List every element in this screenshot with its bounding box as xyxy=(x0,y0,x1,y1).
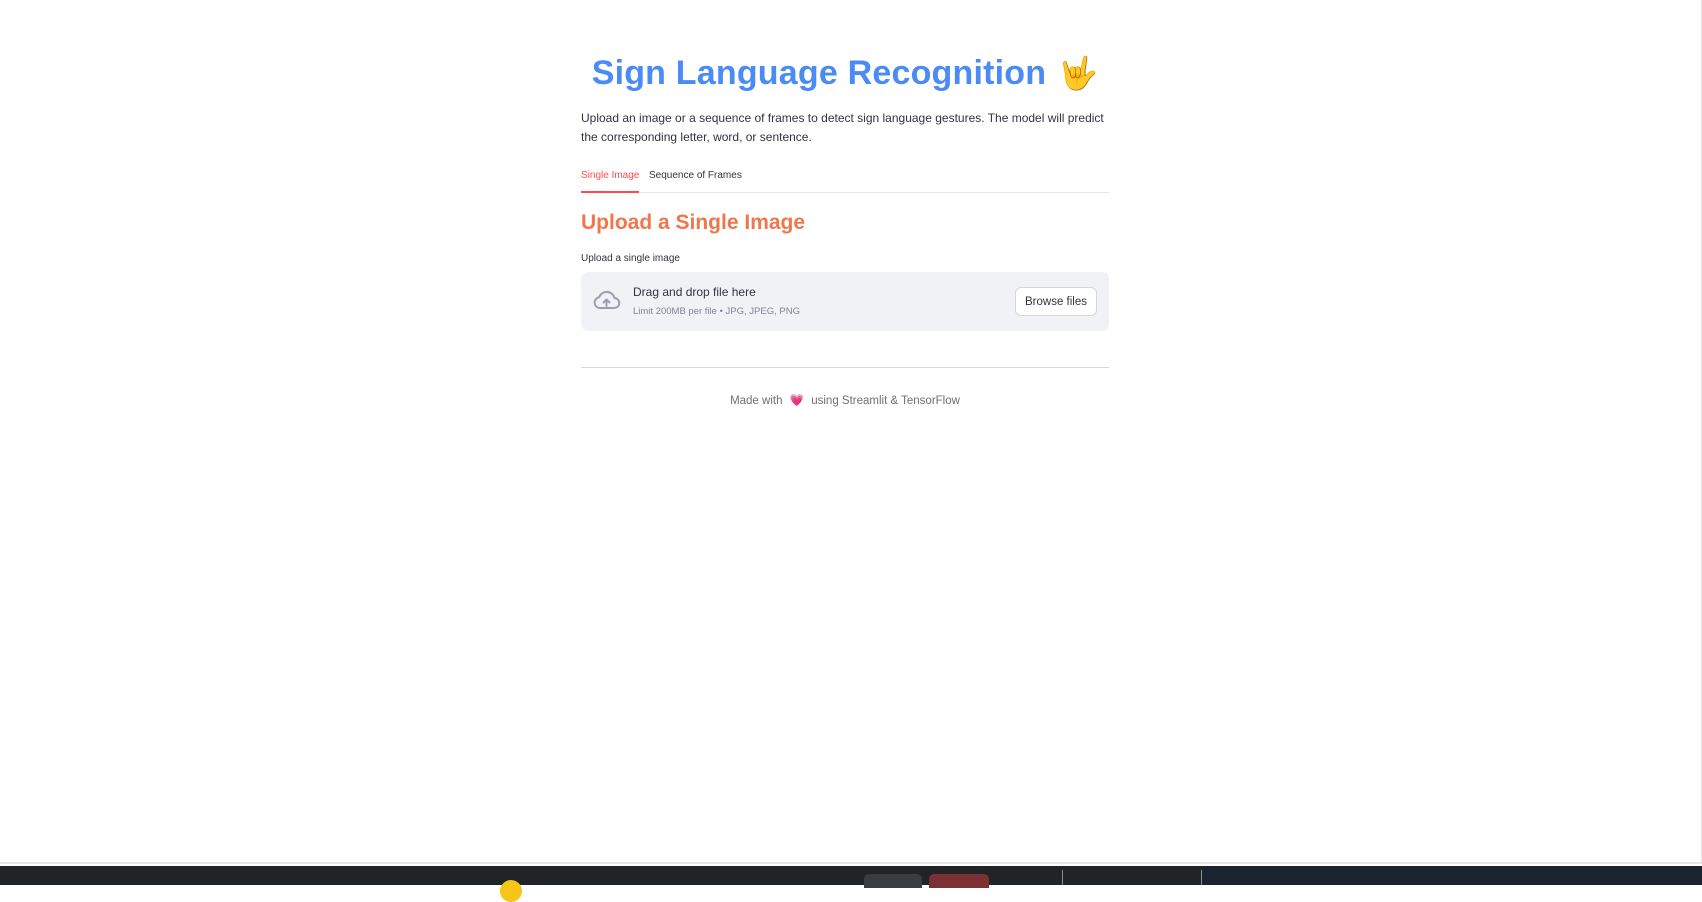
heart-icon: 💗 xyxy=(789,395,805,407)
uploader-label: Upload a single image xyxy=(581,253,680,264)
taskbar-separator xyxy=(1062,870,1063,885)
tab-single-image[interactable]: Single Image xyxy=(581,170,640,193)
taskbar-app-icon[interactable] xyxy=(500,880,522,902)
taskbar-window-button[interactable] xyxy=(864,874,922,888)
app-window: Sign Language Recognition 🤟 Upload an ima… xyxy=(0,0,1702,864)
cloud-upload-icon xyxy=(593,290,621,309)
browse-files-button[interactable]: Browse files xyxy=(1015,287,1097,316)
section-title: Upload a Single Image xyxy=(581,211,806,234)
dropzone-instructions: Drag and drop file here xyxy=(633,285,756,299)
os-taskbar xyxy=(0,866,1702,902)
intro-description: Upload an image or a sequence of frames … xyxy=(581,111,1104,144)
tab-sequence-of-frames[interactable]: Sequence of Frames xyxy=(649,170,742,191)
file-dropzone[interactable]: Drag and drop file here Limit 200MB per … xyxy=(581,272,1109,331)
footer-prefix: Made with xyxy=(730,395,783,407)
tab-bar: Single Image Sequence of Frames xyxy=(581,168,1109,193)
footer-suffix: using Streamlit & TensorFlow xyxy=(811,395,960,407)
page-title: Sign Language Recognition 🤟 xyxy=(581,54,1109,93)
taskbar-window-button[interactable] xyxy=(929,874,989,888)
love-you-gesture-icon: 🤟 xyxy=(1058,55,1099,91)
dropzone-limit-text: Limit 200MB per file • JPG, JPEG, PNG xyxy=(633,306,800,317)
page-title-text: Sign Language Recognition xyxy=(591,54,1047,92)
footer-divider xyxy=(581,367,1109,368)
footer: Made with 💗 using Streamlit & TensorFlow xyxy=(581,393,1109,407)
taskbar-tray-area xyxy=(1202,866,1702,885)
